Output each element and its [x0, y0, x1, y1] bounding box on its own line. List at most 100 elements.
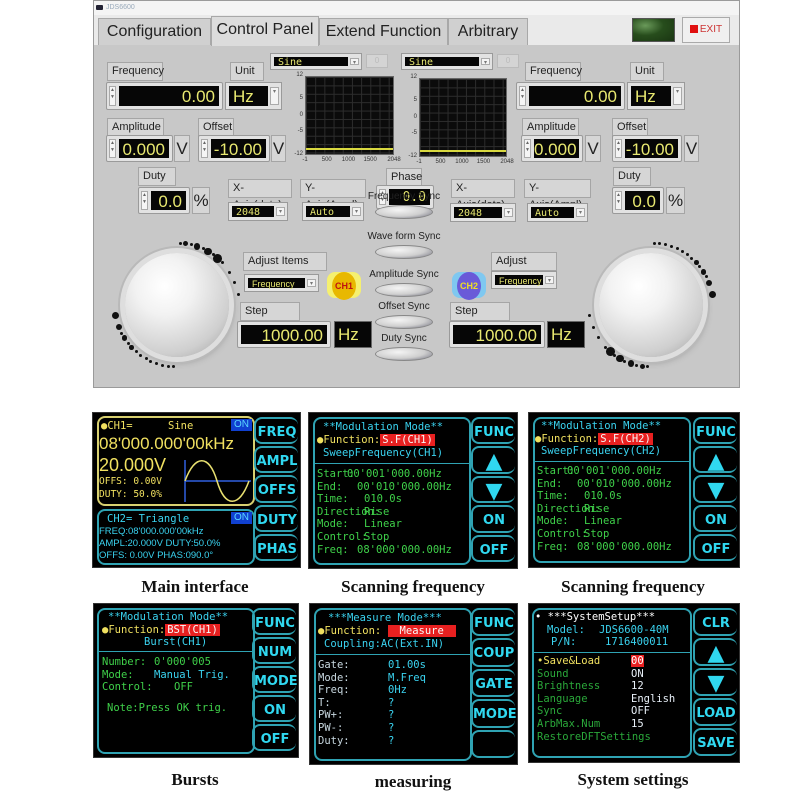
- ch1-unit-select[interactable]: Hz ▾: [225, 82, 282, 110]
- spin-arrows-icon[interactable]: ▲ ▼: [141, 191, 148, 210]
- ch1-wave-index[interactable]: 0: [366, 54, 388, 68]
- softkey-button[interactable]: FUNC: [471, 608, 515, 637]
- ch1-duty-value[interactable]: 0.0: [151, 191, 186, 211]
- dropdown-arrow-icon[interactable]: ▾: [504, 208, 513, 217]
- ch2-waveform-select[interactable]: Sine ▾: [401, 53, 493, 70]
- softkey-button[interactable]: OFF: [693, 533, 737, 561]
- softkey-button[interactable]: [471, 729, 515, 758]
- spin-arrows-icon[interactable]: ▲ ▼: [109, 86, 116, 106]
- ch1-yaxis-select[interactable]: Auto ▾: [302, 202, 364, 221]
- dropdown-arrow-icon[interactable]: ▾: [576, 208, 585, 217]
- ch2-unit-select[interactable]: Hz ▾: [627, 82, 685, 110]
- ch2-frequency-value[interactable]: 0.00: [529, 86, 621, 106]
- tab-configuration[interactable]: Configuration: [98, 18, 211, 45]
- tab-extend-function[interactable]: Extend Function: [319, 18, 448, 45]
- ch1-step-value-input[interactable]: 1000.00: [237, 321, 331, 348]
- softkey-button[interactable]: OFFS: [254, 475, 298, 503]
- ch2-step-value-input[interactable]: 1000.00: [449, 321, 545, 348]
- sync-toggle-button[interactable]: [375, 315, 433, 329]
- ch1-amplitude-input[interactable]: ▲ ▼ 0.000: [106, 135, 173, 162]
- ch1-select-button[interactable]: CH1: [327, 272, 361, 300]
- softkey-button[interactable]: ▲: [471, 446, 515, 474]
- softkey-button[interactable]: MODE: [471, 699, 517, 728]
- dropdown-arrow-icon[interactable]: ▾: [276, 207, 285, 216]
- softkey-button[interactable]: ▼: [693, 475, 737, 503]
- softkey-button[interactable]: GATE: [471, 668, 515, 698]
- softkey-button[interactable]: FUNC: [471, 417, 515, 445]
- dropdown-arrow-icon[interactable]: ▾: [481, 58, 490, 66]
- dropdown-arrow-icon[interactable]: ▾: [270, 87, 279, 105]
- ch1-offset-value[interactable]: -10.00: [211, 139, 266, 159]
- ch2-yaxis-value[interactable]: Auto: [531, 207, 574, 219]
- sync-toggle-button[interactable]: [375, 283, 433, 297]
- dropdown-arrow-icon[interactable]: ▾: [352, 207, 361, 216]
- ch2-adjust-items-value[interactable]: Frequency: [495, 275, 543, 286]
- spin-arrows-icon[interactable]: ▲ ▼: [519, 86, 526, 106]
- softkey-button[interactable]: PHAS: [254, 533, 298, 561]
- tab-control-panel[interactable]: Control Panel: [211, 16, 319, 46]
- ch2-xaxis-select[interactable]: 2048 ▾: [450, 203, 516, 222]
- dropdown-arrow-icon[interactable]: ▾: [545, 276, 554, 284]
- spin-arrows-icon[interactable]: ▲ ▼: [524, 139, 531, 158]
- dropdown-arrow-icon[interactable]: ▾: [673, 87, 682, 105]
- dropdown-arrow-icon[interactable]: ▾: [307, 279, 316, 287]
- ch2-amplitude-value[interactable]: 0.000: [534, 139, 579, 159]
- ch2-waveform-value[interactable]: Sine: [405, 57, 479, 68]
- softkey-button[interactable]: OFF: [252, 724, 296, 751]
- ch1-amplitude-value[interactable]: 0.000: [119, 139, 169, 159]
- ch1-frequency-value[interactable]: 0.00: [119, 86, 219, 106]
- ch1-unit-value[interactable]: Hz: [229, 86, 268, 106]
- softkey-button[interactable]: AMPL: [254, 446, 298, 474]
- ch2-yaxis-select[interactable]: Auto ▾: [527, 203, 588, 222]
- exit-button[interactable]: EXIT: [682, 17, 730, 43]
- tab-arbitrary[interactable]: Arbitrary: [448, 18, 528, 45]
- ch2-unit-value[interactable]: Hz: [631, 86, 671, 106]
- ch1-xaxis-value[interactable]: 2048: [232, 206, 274, 218]
- spin-arrows-icon[interactable]: ▲ ▼: [201, 139, 208, 158]
- softkey-button[interactable]: SAVE: [693, 728, 737, 756]
- softkey-button[interactable]: COUP: [471, 638, 515, 667]
- softkey-button[interactable]: FREQ: [254, 417, 298, 445]
- sync-toggle-button[interactable]: [375, 347, 433, 361]
- dropdown-arrow-icon[interactable]: ▾: [350, 58, 359, 66]
- ch1-yaxis-value[interactable]: Auto: [306, 206, 350, 218]
- softkey-button[interactable]: LOAD: [693, 698, 737, 726]
- softkey-button[interactable]: ON: [252, 695, 296, 722]
- spin-arrows-icon[interactable]: ▲ ▼: [109, 139, 116, 158]
- softkey-button[interactable]: ON: [693, 504, 737, 532]
- softkey-button[interactable]: NUM: [252, 637, 296, 664]
- ch1-offset-input[interactable]: ▲ ▼ -10.00: [198, 135, 270, 162]
- ch2-duty-value[interactable]: 0.0: [625, 191, 660, 211]
- sync-toggle-button[interactable]: [375, 205, 433, 219]
- softkey-button[interactable]: ▲: [693, 638, 737, 666]
- softkey-button[interactable]: ▼: [693, 668, 737, 696]
- softkey-button[interactable]: CLR: [693, 608, 737, 636]
- softkey-button[interactable]: ▼: [471, 475, 515, 504]
- softkey-button[interactable]: OFF: [471, 534, 515, 562]
- softkey-button[interactable]: ▲: [693, 446, 737, 474]
- spin-arrows-icon[interactable]: ▲ ▼: [615, 191, 622, 210]
- ch1-waveform-value[interactable]: Sine: [274, 57, 348, 68]
- ch1-adjust-items-select[interactable]: Frequency ▾: [244, 274, 319, 292]
- softkey-button[interactable]: FUNC: [252, 608, 296, 635]
- ch1-step-value[interactable]: 1000.00: [241, 325, 327, 345]
- softkey-button[interactable]: MODE: [252, 666, 298, 693]
- ch1-frequency-input[interactable]: ▲ ▼ 0.00: [106, 82, 223, 110]
- softkey-button[interactable]: ON: [471, 505, 515, 533]
- ch2-step-value[interactable]: 1000.00: [453, 325, 541, 345]
- ch1-waveform-select[interactable]: Sine ▾: [270, 53, 362, 70]
- ch2-offset-input[interactable]: ▲ ▼ -10.00: [612, 135, 682, 162]
- ch2-xaxis-value[interactable]: 2048: [454, 207, 502, 219]
- ch1-duty-input[interactable]: ▲ ▼ 0.0: [138, 187, 190, 214]
- ch2-adjust-knob[interactable]: [599, 253, 703, 357]
- ch1-adjust-items-value[interactable]: Frequency: [248, 278, 305, 289]
- ch2-adjust-items-select[interactable]: Frequency ▾: [491, 271, 557, 289]
- ch1-xaxis-select[interactable]: 2048 ▾: [228, 202, 288, 221]
- ch2-duty-input[interactable]: ▲ ▼ 0.0: [612, 187, 664, 214]
- ch2-select-button[interactable]: CH2: [452, 272, 486, 300]
- spin-arrows-icon[interactable]: ▲ ▼: [615, 139, 622, 158]
- ch1-adjust-knob[interactable]: [125, 253, 229, 357]
- ch2-amplitude-input[interactable]: ▲ ▼ 0.000: [521, 135, 583, 162]
- ch2-wave-index[interactable]: 0: [497, 54, 519, 68]
- sync-toggle-button[interactable]: [375, 245, 433, 259]
